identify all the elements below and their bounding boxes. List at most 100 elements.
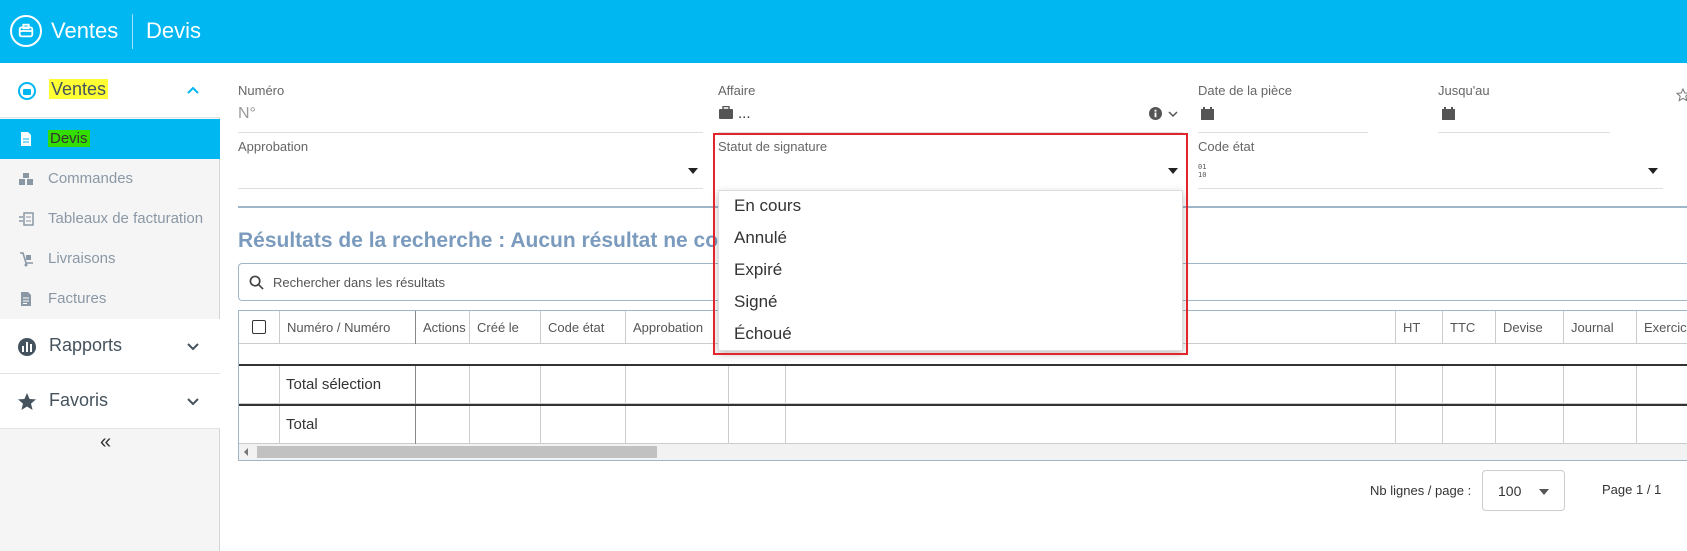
- column-header-numero[interactable]: Numéro / Numéro: [280, 311, 416, 344]
- sidebar-item-label: Livraisons: [48, 250, 116, 267]
- table-cell: [416, 366, 470, 404]
- sidebar-item-livraisons[interactable]: Livraisons: [0, 239, 220, 279]
- column-header-exercice[interactable]: Exercice: [1637, 311, 1687, 344]
- calendar-icon[interactable]: [1441, 106, 1456, 121]
- table-cell: [626, 366, 729, 404]
- sidebar-item-label: Devis: [48, 130, 90, 147]
- date-piece-label: Date de la pièce: [1198, 83, 1292, 98]
- document-icon: [21, 132, 31, 146]
- affaire-label: Affaire: [718, 83, 756, 98]
- numero-underline: [238, 132, 703, 133]
- report-chart-icon: [18, 338, 36, 356]
- sidebar-section-label: Favoris: [49, 390, 109, 410]
- column-header-actions[interactable]: Actions: [416, 311, 470, 344]
- code-etat-dropdown-arrow[interactable]: [1648, 168, 1658, 174]
- table-cell: [1564, 366, 1637, 404]
- collapse-sidebar-button[interactable]: «: [100, 431, 111, 454]
- column-header-journal[interactable]: Journal: [1564, 311, 1637, 344]
- horizontal-scrollbar[interactable]: [239, 444, 1687, 460]
- billing-table-icon: [19, 212, 34, 226]
- page-title: Devis: [146, 18, 202, 43]
- table-cell: [541, 366, 626, 404]
- column-header-ttc[interactable]: TTC: [1443, 311, 1496, 344]
- select-all-checkbox[interactable]: [252, 320, 266, 334]
- approbation-dropdown-arrow[interactable]: [688, 168, 698, 174]
- table-cell: [729, 366, 786, 404]
- sidebar-section-ventes[interactable]: Ventes: [0, 63, 220, 118]
- calendar-icon[interactable]: [1200, 106, 1215, 121]
- sidebar-item-devis[interactable]: Devis: [0, 119, 220, 159]
- info-icon[interactable]: [1149, 107, 1162, 120]
- scroll-left-icon[interactable]: [244, 448, 248, 456]
- table-cell: [470, 406, 541, 444]
- sidebar-section-favoris[interactable]: Favoris: [0, 374, 220, 429]
- sales-icon: [18, 82, 36, 100]
- table-cell: [1564, 406, 1637, 444]
- table-cell: [1396, 366, 1443, 404]
- select-all-cell: [239, 311, 280, 344]
- sidebar-item-label: Commandes: [48, 170, 134, 187]
- briefcase-icon: [719, 106, 733, 119]
- code-etat-label: Code état: [1198, 139, 1255, 154]
- total-selection-label: Total sélection: [286, 376, 382, 393]
- sidebar-item-label: Tableaux de facturation: [48, 210, 204, 227]
- table-row-total: Total: [239, 406, 1687, 444]
- results-title: Résultats de la recherche : Aucun résult…: [238, 229, 735, 252]
- table-cell: [1443, 366, 1496, 404]
- title-divider: [132, 14, 133, 49]
- table-cell: [1496, 406, 1564, 444]
- code-etat-underline: [1198, 188, 1663, 189]
- scrollbar-thumb[interactable]: [257, 446, 657, 458]
- sales-logo-icon[interactable]: [10, 15, 42, 47]
- table-cell: [1396, 406, 1443, 444]
- sidebar-item-tableaux[interactable]: Tableaux de facturation: [0, 199, 220, 239]
- svg-text:10: 10: [1198, 171, 1206, 178]
- date-piece-underline: [1198, 132, 1368, 133]
- annotation-highlight-box: [713, 133, 1188, 355]
- approbation-label: Approbation: [238, 139, 309, 154]
- table-cell: [416, 406, 470, 444]
- sidebar-section-rapports[interactable]: Rapports: [0, 319, 220, 374]
- sidebar-item-commandes[interactable]: Commandes: [0, 159, 220, 199]
- top-bar: Ventes Devis: [0, 0, 1687, 63]
- table-cell: [239, 406, 280, 444]
- column-header-cree-le[interactable]: Créé le: [470, 311, 541, 344]
- sidebar-item-label: Factures: [48, 290, 107, 307]
- sidebar-section-label: Ventes: [49, 79, 109, 99]
- column-header-code-etat[interactable]: Code état: [541, 311, 626, 344]
- binary-code-icon: 0110: [1198, 163, 1206, 178]
- svg-text:01: 01: [1198, 163, 1206, 171]
- numero-label: Numéro: [238, 83, 285, 98]
- rows-per-page-value: 100: [1498, 483, 1522, 499]
- column-header-devise[interactable]: Devise: [1496, 311, 1564, 344]
- boxes-icon: [19, 173, 33, 185]
- app-title[interactable]: Ventes: [51, 18, 118, 44]
- table-cell: [470, 366, 541, 404]
- table-cell: [541, 406, 626, 444]
- chevron-down-icon[interactable]: [1168, 110, 1178, 118]
- numero-input[interactable]: N°: [238, 105, 256, 123]
- search-icon: [249, 275, 264, 290]
- chevron-down-icon: [187, 398, 199, 406]
- rows-per-page-select[interactable]: 100: [1482, 470, 1565, 511]
- dropdown-arrow-icon: [1539, 489, 1549, 495]
- total-label: Total: [286, 416, 318, 433]
- page-indicator: Page 1 / 1: [1602, 482, 1662, 497]
- table-cell: [786, 406, 1396, 444]
- rows-per-page-label: Nb lignes / page :: [1370, 483, 1472, 498]
- approbation-underline: [238, 188, 703, 189]
- affaire-input[interactable]: ...: [738, 105, 751, 122]
- sidebar-section-label: Rapports: [49, 335, 123, 355]
- favorite-star-icon[interactable]: [1676, 88, 1687, 102]
- sidebar: Ventes Devis Commandes Tableaux de factu…: [0, 63, 220, 551]
- chevron-down-icon: [187, 343, 199, 351]
- sidebar-item-factures[interactable]: Factures: [0, 279, 220, 319]
- table-cell: [786, 366, 1396, 404]
- jusqu-label: Jusqu'au: [1438, 83, 1490, 98]
- table-row-total-selection: Total sélection: [239, 366, 1687, 404]
- table-cell: [1443, 406, 1496, 444]
- column-header-ht[interactable]: HT: [1396, 311, 1443, 344]
- table-cell: [239, 366, 280, 404]
- search-placeholder: Rechercher dans les résultats: [273, 275, 445, 290]
- table-cell: [729, 406, 786, 444]
